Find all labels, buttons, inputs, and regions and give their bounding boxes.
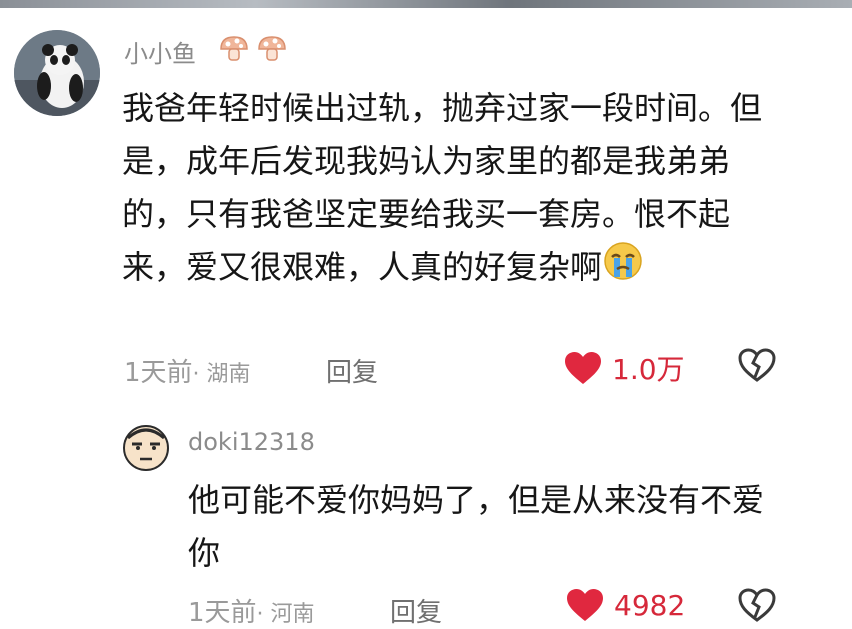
comment-location: · 湖南 — [192, 362, 251, 387]
reply-like-count: 4982 — [614, 588, 686, 622]
heart-icon — [564, 351, 602, 385]
reply-avatar[interactable] — [120, 420, 172, 472]
comment-time: 1天前 — [124, 358, 193, 388]
reply-text: 他可能不爱你妈妈了，但是从来没有不爱你 — [188, 481, 765, 572]
like-button[interactable]: 1.0万 — [564, 348, 685, 388]
reply-like-button[interactable]: 4982 — [566, 588, 685, 622]
reply-location: · 河南 — [256, 602, 315, 627]
reply-reply-button[interactable]: 回复 — [390, 592, 442, 629]
reply-button[interactable]: 回复 — [326, 352, 378, 389]
reply-time: 1天前 — [188, 598, 257, 628]
mushroom-badge-icon — [218, 34, 290, 68]
broken-heart-icon[interactable] — [738, 588, 776, 622]
reply-body: 他可能不爱你妈妈了，但是从来没有不爱你 — [188, 474, 788, 580]
avatar[interactable] — [14, 30, 100, 116]
broken-heart-icon[interactable] — [738, 348, 776, 382]
reply-meta: 1天前· 河南 — [188, 592, 315, 629]
username[interactable]: 小小鱼 — [124, 34, 196, 69]
comment-body: 我爸年轻时候出过轨，抛弃过家一段时间。但是，成年后发现我妈认为家里的都是我弟弟的… — [122, 82, 782, 297]
username-label[interactable]: 小小鱼 — [124, 40, 196, 68]
heart-icon — [566, 588, 604, 622]
background-strip — [0, 0, 852, 8]
like-count: 1.0万 — [612, 353, 685, 386]
reply-username[interactable]: doki12318 — [188, 428, 315, 456]
comment-meta: 1天前· 湖南 — [124, 352, 251, 389]
crying-emoji-icon — [602, 241, 644, 297]
comment-text: 我爸年轻时候出过轨，抛弃过家一段时间。但是，成年后发现我妈认为家里的都是我弟弟的… — [122, 82, 782, 297]
